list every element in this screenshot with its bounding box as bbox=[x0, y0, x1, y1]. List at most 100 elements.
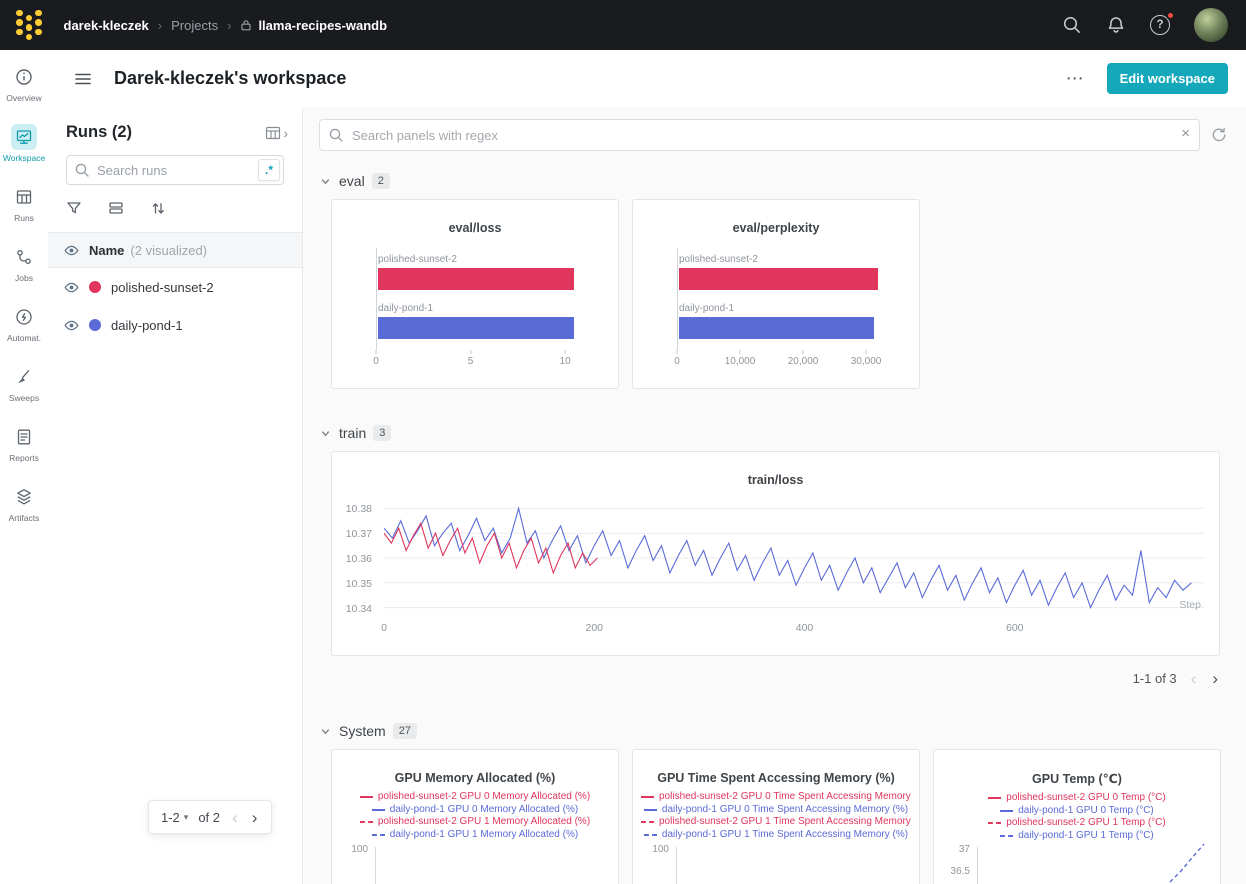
y-tick-label: 10.36 bbox=[346, 553, 372, 565]
legend-line-icon bbox=[1000, 835, 1013, 837]
next-page-button[interactable]: › bbox=[1210, 670, 1220, 687]
sidebar-item-overview[interactable]: Overview bbox=[0, 64, 48, 103]
search-icon[interactable] bbox=[1062, 15, 1082, 35]
tick-mark bbox=[677, 350, 678, 354]
wandb-logo[interactable] bbox=[12, 6, 46, 45]
breadcrumb-project[interactable]: llama-recipes-wandb bbox=[258, 18, 387, 33]
legend-label: daily-pond-1 GPU 1 Temp (°C) bbox=[1018, 830, 1154, 843]
bar-daily-pond-1[interactable] bbox=[679, 317, 874, 339]
run-color-dot bbox=[89, 281, 101, 293]
panel-gpu-memory-allocated[interactable]: GPU Memory Allocated (%) polished-sunset… bbox=[331, 749, 619, 884]
tick-mark bbox=[376, 350, 377, 354]
y-axis-line bbox=[676, 847, 677, 884]
panel-search: × bbox=[319, 119, 1200, 151]
prev-page-button[interactable]: ‹ bbox=[230, 809, 240, 826]
train-panels-row: train/loss 10.3410.3510.3610.3710.38 020… bbox=[331, 451, 1220, 656]
regex-toggle-button[interactable]: .* bbox=[258, 159, 280, 181]
next-page-button[interactable]: › bbox=[250, 809, 260, 826]
train-loss-plot[interactable] bbox=[384, 496, 1204, 615]
reports-icon bbox=[15, 428, 33, 446]
chart-plot: 3736.5 bbox=[946, 844, 1210, 884]
edit-workspace-button[interactable]: Edit workspace bbox=[1107, 63, 1228, 94]
visibility-eye-icon[interactable] bbox=[64, 318, 79, 333]
chart-plot: 100 bbox=[344, 844, 608, 884]
x-tick-label: 30,000 bbox=[851, 356, 882, 367]
panel-gpu-time-accessing-memory[interactable]: GPU Time Spent Accessing Memory (%) poli… bbox=[632, 749, 920, 884]
top-navbar: darek-kleczek › Projects › llama-recipes… bbox=[0, 0, 1246, 50]
clear-search-icon[interactable]: × bbox=[1181, 125, 1190, 142]
runs-table-header: Name (2 visualized) bbox=[48, 232, 302, 268]
visibility-eye-icon[interactable] bbox=[64, 243, 79, 258]
legend-line-icon bbox=[1000, 810, 1013, 812]
panel-eval-loss[interactable]: eval/loss polished-sunset-2daily-pond-1 … bbox=[331, 199, 619, 389]
sidebar-item-automations[interactable]: Automat. bbox=[0, 304, 48, 343]
sidebar-item-reports[interactable]: Reports bbox=[0, 424, 48, 463]
bar-polished-sunset-2[interactable] bbox=[378, 268, 574, 290]
tick-mark bbox=[565, 350, 566, 354]
bar-group: daily-pond-1 bbox=[679, 303, 885, 339]
name-column-header[interactable]: Name bbox=[89, 243, 124, 258]
sidebar-item-label: Sweeps bbox=[9, 393, 39, 403]
bar-polished-sunset-2[interactable] bbox=[679, 268, 878, 290]
sidebar-item-label: Jobs bbox=[15, 273, 33, 283]
y-tick-label: 100 bbox=[645, 844, 669, 855]
bar-category-label: polished-sunset-2 bbox=[378, 254, 584, 265]
section-count-badge: 27 bbox=[393, 723, 417, 739]
run-name[interactable]: daily-pond-1 bbox=[111, 318, 183, 333]
section-system-header[interactable]: System 27 bbox=[319, 723, 1230, 739]
runs-search-input[interactable] bbox=[66, 155, 284, 185]
panel-eval-perplexity[interactable]: eval/perplexity polished-sunset-2daily-p… bbox=[632, 199, 920, 389]
search-history-icon[interactable] bbox=[1210, 126, 1230, 144]
workspace-header: Darek-kleczek's workspace ⋯ Edit workspa… bbox=[48, 50, 1246, 107]
tick-mark bbox=[740, 350, 741, 354]
legend-label: polished-sunset-2 GPU 1 Memory Allocated… bbox=[378, 816, 590, 829]
section-train-header[interactable]: train 3 bbox=[319, 425, 1230, 441]
tick-mark bbox=[866, 350, 867, 354]
sidebar-item-jobs[interactable]: Jobs bbox=[0, 244, 48, 283]
bar-daily-pond-1[interactable] bbox=[378, 317, 574, 339]
bar-axis: 010,00020,00030,000 bbox=[677, 350, 885, 370]
page-range-dropdown[interactable]: 1-2 ▾ bbox=[161, 810, 188, 825]
y-axis-line bbox=[977, 847, 978, 884]
bar-chart: polished-sunset-2daily-pond-1 010,00020,… bbox=[677, 248, 885, 370]
legend-entry: polished-sunset-2 GPU 1 Time Spent Acces… bbox=[633, 816, 919, 829]
run-name[interactable]: polished-sunset-2 bbox=[111, 280, 214, 295]
more-options-button[interactable]: ⋯ bbox=[1066, 68, 1085, 89]
panel-train-loss[interactable]: train/loss 10.3410.3510.3610.3710.38 020… bbox=[331, 451, 1220, 656]
legend-label: polished-sunset-2 GPU 0 Memory Allocated… bbox=[378, 791, 590, 804]
section-label: System bbox=[339, 723, 386, 739]
panel-search-input[interactable] bbox=[319, 119, 1200, 151]
expand-runs-table-button[interactable]: › bbox=[265, 125, 288, 141]
run-row[interactable]: polished-sunset-2 bbox=[48, 268, 302, 306]
help-icon[interactable]: ? bbox=[1150, 15, 1170, 35]
filter-icon[interactable] bbox=[66, 200, 82, 216]
run-row[interactable]: daily-pond-1 bbox=[48, 306, 302, 344]
x-axis-label: Step bbox=[1179, 599, 1201, 611]
user-avatar[interactable] bbox=[1194, 8, 1228, 42]
legend-line-icon bbox=[372, 834, 385, 836]
sidebar-item-workspace[interactable]: Workspace bbox=[0, 124, 48, 163]
sidebar-item-runs[interactable]: Runs bbox=[0, 184, 48, 223]
x-tick-label: 400 bbox=[796, 622, 814, 634]
hamburger-menu-icon[interactable] bbox=[74, 70, 92, 88]
sidebar-item-artifacts[interactable]: Artifacts bbox=[0, 484, 48, 523]
section-pagination: 1-1 of 3 ‹ › bbox=[303, 670, 1220, 687]
breadcrumb-entity[interactable]: darek-kleczek bbox=[64, 18, 149, 33]
caret-down-icon: ▾ bbox=[184, 812, 189, 823]
sidebar-item-label: Reports bbox=[9, 453, 39, 463]
section-eval-header[interactable]: eval 2 bbox=[319, 173, 1230, 189]
group-icon[interactable] bbox=[108, 200, 124, 216]
info-icon bbox=[15, 68, 33, 86]
run-color-dot bbox=[89, 319, 101, 331]
y-tick-label: 10.34 bbox=[346, 603, 372, 615]
x-tick-label: 0 bbox=[381, 622, 387, 634]
visibility-eye-icon[interactable] bbox=[64, 280, 79, 295]
legend-label: daily-pond-1 GPU 0 Time Spent Accessing … bbox=[662, 804, 908, 817]
legend-label: polished-sunset-2 GPU 0 Temp (°C) bbox=[1006, 792, 1165, 805]
notifications-bell-icon[interactable] bbox=[1106, 15, 1126, 35]
sort-icon[interactable] bbox=[150, 200, 166, 216]
prev-page-button[interactable]: ‹ bbox=[1189, 670, 1199, 687]
panel-gpu-temp[interactable]: GPU Temp (℃) polished-sunset-2 GPU 0 Tem… bbox=[933, 749, 1221, 884]
sidebar-item-sweeps[interactable]: Sweeps bbox=[0, 364, 48, 403]
breadcrumb-projects[interactable]: Projects bbox=[171, 18, 218, 33]
